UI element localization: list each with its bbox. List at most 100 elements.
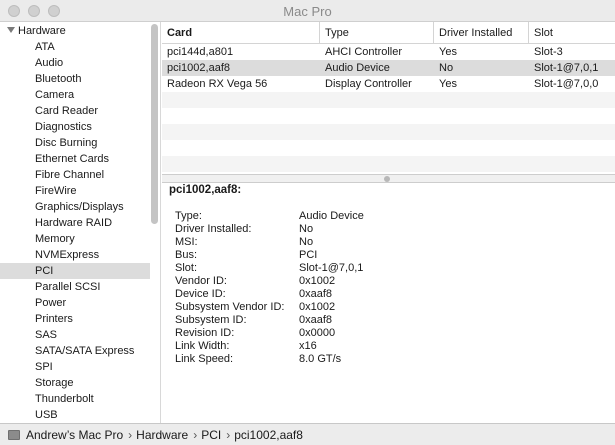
table-row-empty — [162, 92, 615, 108]
property-key: Link Width: — [175, 340, 230, 352]
divider-grip-icon[interactable] — [384, 176, 390, 182]
table-cell: Display Controller — [325, 78, 412, 90]
sidebar-item-sas[interactable]: SAS — [0, 327, 150, 343]
property-value: 0x1002 — [299, 275, 336, 287]
path-separator: › — [226, 428, 231, 442]
property-row: Link Width: x16 — [175, 340, 595, 353]
sidebar-item-firewire[interactable]: FireWire — [0, 183, 150, 199]
property-row: Subsystem ID: 0xaaf8 — [175, 314, 595, 327]
sidebar-item-ethernet-cards[interactable]: Ethernet Cards — [0, 151, 150, 167]
table-row[interactable]: Radeon RX Vega 56 Display Controller Yes Sl… — [162, 76, 615, 92]
table-row-empty — [162, 108, 615, 124]
table-row[interactable]: pci144d,a801 AHCI Controller Yes Slot-3 — [162, 44, 615, 60]
sidebar-group-hardware[interactable]: Hardware — [0, 23, 150, 39]
sidebar-item-audio[interactable]: Audio — [0, 55, 150, 71]
sidebar-item-diagnostics[interactable]: Diagnostics — [0, 119, 150, 135]
table-row-empty — [162, 124, 615, 140]
property-row: Vendor ID: 0x1002 — [175, 275, 595, 288]
property-key: Bus: — [175, 249, 198, 261]
property-key: Type: — [175, 210, 202, 222]
sidebar-item-pci[interactable]: PCI — [0, 263, 150, 279]
property-row: Slot: Slot-1@7,0,1 — [175, 262, 595, 275]
path-bar: Andrew’s Mac Pro › Hardware › PCI › pci1002,aa… — [0, 423, 615, 445]
table-cell: No — [439, 62, 454, 74]
property-row: Driver Installed: No — [175, 223, 595, 236]
property-row: Revision ID: 0x0000 — [175, 327, 595, 340]
property-value: x16 — [299, 340, 317, 352]
property-row: Subsystem Vendor ID: 0x1002 — [175, 301, 595, 314]
detail-title: pci1002,aaf8: — [169, 184, 242, 196]
sidebar-item-ata[interactable]: ATA — [0, 39, 150, 55]
breadcrumb: Andrew’s Mac Pro › Hardware › PCI › pci1002,aa… — [8, 424, 303, 445]
property-value: 0xaaf8 — [299, 314, 333, 326]
sidebar-item-sata-sata-express[interactable]: SATA/SATA Express — [0, 343, 150, 359]
path-segment[interactable]: PCI — [201, 428, 221, 442]
path-separator: › — [193, 428, 198, 442]
property-key: Slot: — [175, 262, 198, 274]
sidebar-item-printers[interactable]: Printers — [0, 311, 150, 327]
table-cell: Slot-1@7,0,1 — [534, 62, 599, 74]
property-value: No — [299, 223, 314, 235]
detail-pane: pci1002,aaf8: Type: Audio Device Driver In… — [162, 183, 615, 423]
sidebar-item-thunderbolt[interactable]: Thunderbolt — [0, 391, 150, 407]
table-cell: Radeon RX Vega 56 — [167, 78, 268, 90]
sidebar-item-graphics-displays[interactable]: Graphics/Displays — [0, 199, 150, 215]
sidebar-item-parallel-scsi[interactable]: Parallel SCSI — [0, 279, 150, 295]
property-row: Bus: PCI — [175, 249, 595, 262]
property-value: 0x1002 — [299, 301, 336, 313]
sidebar-item-memory[interactable]: Memory — [0, 231, 150, 247]
sidebar-item-disc-burning[interactable]: Disc Burning — [0, 135, 150, 151]
computer-icon — [8, 430, 20, 440]
sidebar-item-hardware-raid[interactable]: Hardware RAID — [0, 215, 150, 231]
window-title: Mac Pro — [283, 4, 332, 19]
sidebar-item-storage[interactable]: Storage — [0, 375, 150, 391]
property-value: No — [299, 236, 314, 248]
property-row: Type: Audio Device — [175, 210, 595, 223]
path-separator: › — [128, 428, 133, 442]
property-value: Slot-1@7,0,1 — [299, 262, 364, 274]
sidebar-list: ATA Audio Bluetooth Camera Card Reader Diagno… — [0, 39, 150, 423]
sidebar-item-camera[interactable]: Camera — [0, 87, 150, 103]
table-cell: Yes — [439, 46, 457, 58]
table-cell: Slot-3 — [534, 46, 563, 58]
sidebar-item-power[interactable]: Power — [0, 295, 150, 311]
table-row[interactable]: pci1002,aaf8 Audio Device No Slot-1@7,0,1 — [162, 60, 615, 76]
sidebar-item-spi[interactable]: SPI — [0, 359, 150, 375]
column-header-card[interactable]: Card — [162, 22, 320, 44]
column-header-driver-installed[interactable]: Driver Installed — [434, 22, 529, 44]
sidebar-item-usb[interactable]: USB — [0, 407, 150, 423]
table-cell: Audio Device — [325, 62, 390, 74]
property-value: 0xaaf8 — [299, 288, 333, 300]
property-row: MSI: No — [175, 236, 595, 249]
sidebar-item-bluetooth[interactable]: Bluetooth — [0, 71, 150, 87]
sidebar-item-card-reader[interactable]: Card Reader — [0, 103, 150, 119]
sidebar-item-nvmexpress[interactable]: NVMExpress — [0, 247, 150, 263]
property-value: PCI — [299, 249, 318, 261]
table-row-empty — [162, 140, 615, 156]
main-pane: Card Type Driver Installed Slot pci144d,… — [162, 22, 615, 423]
property-list: Type: Audio Device Driver Installed: No MSI:… — [175, 210, 595, 366]
property-value: Audio Device — [299, 210, 364, 222]
sidebar-item-fibre-channel[interactable]: Fibre Channel — [0, 167, 150, 183]
path-segment[interactable]: pci1002,aaf8 — [234, 428, 303, 442]
property-value: 0x0000 — [299, 327, 336, 339]
table-cell: AHCI Controller — [325, 46, 403, 58]
sidebar: Hardware ATA Audio Bluetooth Camera Card Rea… — [0, 22, 161, 423]
table-row-empty — [162, 156, 615, 172]
property-key: MSI: — [175, 236, 198, 248]
property-row: Device ID: 0xaaf8 — [175, 288, 595, 301]
disclosure-triangle-icon[interactable] — [7, 27, 15, 33]
column-header-slot[interactable]: Slot — [529, 22, 615, 44]
property-row: Link Speed: 8.0 GT/s — [175, 353, 595, 366]
property-value: 8.0 GT/s — [299, 353, 342, 365]
property-key: Device ID: — [175, 288, 226, 300]
split-view-divider[interactable] — [162, 174, 615, 183]
table-cell: Slot-1@7,0,0 — [534, 78, 599, 90]
column-header-type[interactable]: Type — [320, 22, 434, 44]
sidebar-scrollbar[interactable] — [151, 24, 158, 224]
property-key: Vendor ID: — [175, 275, 227, 287]
title-bar: Mac Pro — [0, 0, 615, 22]
path-segment[interactable]: Hardware — [136, 428, 188, 442]
path-segment[interactable]: Andrew’s Mac Pro — [26, 428, 123, 442]
table-body: pci144d,a801 AHCI Controller Yes Slot-3 pci1… — [162, 44, 615, 172]
